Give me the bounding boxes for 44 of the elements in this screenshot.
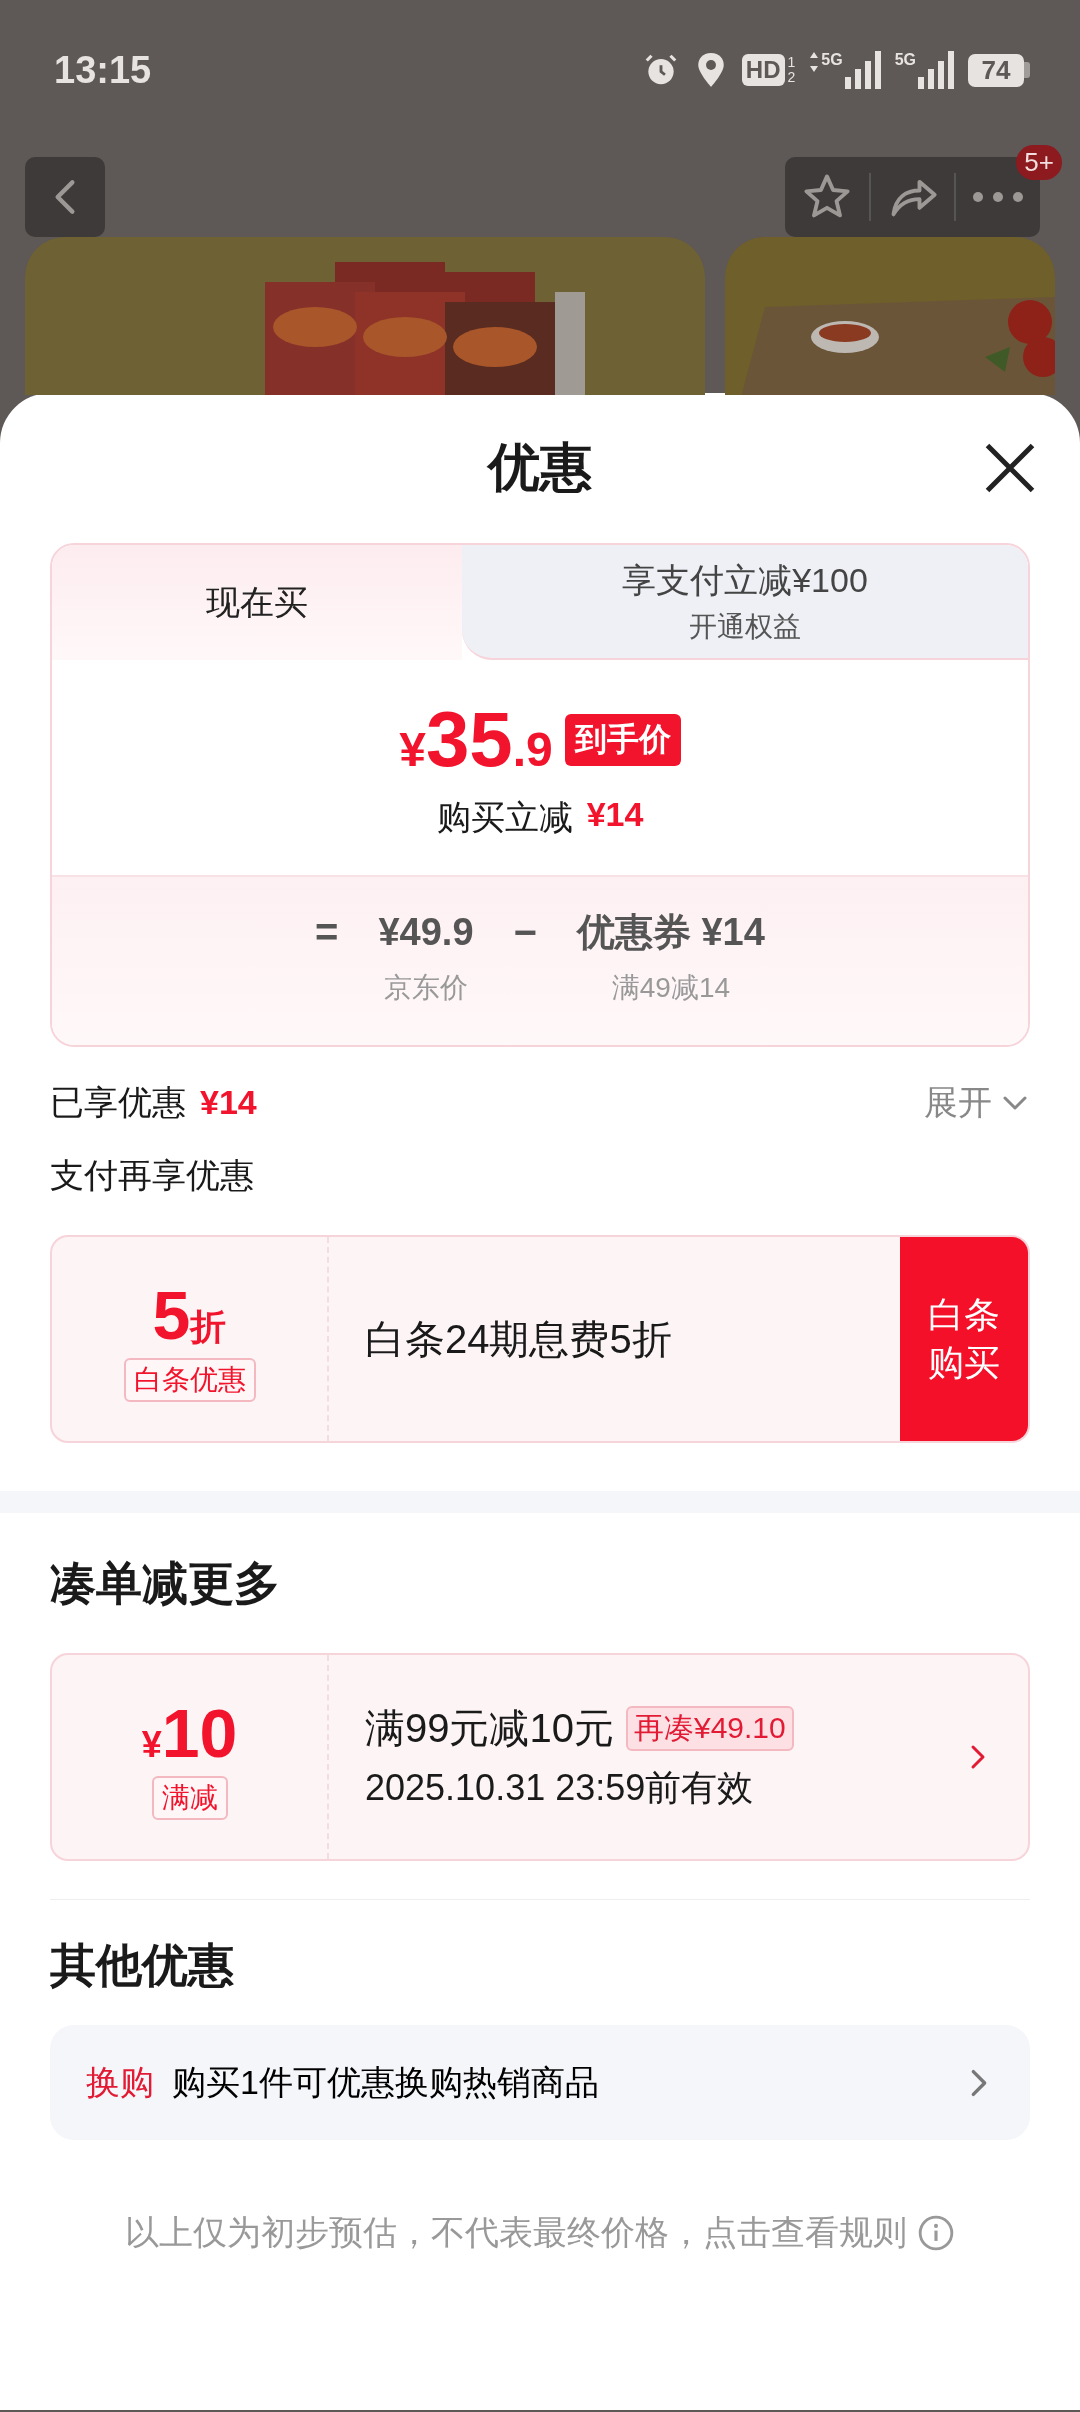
sheet-title: 优惠 <box>488 437 592 498</box>
offer-text: 白条24期息费5折 <box>365 1315 673 1363</box>
final-price: ¥35.9 <box>399 694 553 785</box>
price-term: 优惠券 ¥14 <box>576 910 765 955</box>
operator: − <box>513 909 537 956</box>
sim-number: 2 <box>787 70 796 85</box>
term-caption: 满49减14 <box>611 971 731 1005</box>
status-time: 13:15 <box>54 48 152 92</box>
info-icon[interactable] <box>917 2214 955 2252</box>
price-term: ¥49.9 <box>378 910 474 955</box>
signal-icon <box>918 51 954 89</box>
battery-level: 74 <box>968 53 1030 87</box>
enjoyed-amount: ¥14 <box>200 1083 257 1122</box>
saving-amount: ¥14 <box>586 795 644 835</box>
back-button[interactable] <box>25 157 105 237</box>
expand-toggle[interactable]: 展开 <box>924 1079 1030 1126</box>
coupon-validity: 2025.10.31 23:59前有效 <box>365 1766 755 1810</box>
saving-label: 购买立减 <box>436 797 573 838</box>
coupon-tag: 满减 <box>151 1776 228 1820</box>
network-label: 5G <box>894 51 916 69</box>
discount-value: 5折 <box>152 1276 227 1354</box>
buy-button[interactable]: 白条购买 <box>900 1237 1028 1441</box>
signal-icon <box>844 51 881 89</box>
enjoyed-label: 已享优惠 <box>50 1081 186 1123</box>
data-activity-icon <box>809 51 820 73</box>
operator: = <box>315 909 339 956</box>
coupon-amount: ¥10 <box>141 1694 238 1772</box>
price-tag: 到手价 <box>564 713 681 766</box>
sim-number: 1 <box>787 55 796 70</box>
price-tab[interactable]: 享支付立减¥100 开通权益 <box>462 545 1028 660</box>
offer-row[interactable]: 换购 购买1件可优惠换购热销商品 <box>50 2025 1030 2140</box>
coupon-badge: 再凑¥49.10 <box>626 1706 794 1751</box>
offer-tag: 白条优惠 <box>123 1358 256 1402</box>
section-heading: 其他优惠 <box>50 1938 235 1993</box>
section-label: 支付再享优惠 <box>50 1155 255 1196</box>
notification-badge: 5+ <box>1016 145 1062 180</box>
coupon-condition: 满99元减10元 <box>365 1705 614 1752</box>
term-caption: 京东价 <box>384 971 468 1005</box>
hd-label: HD <box>741 54 785 86</box>
more-icon <box>972 191 1025 203</box>
section-heading: 凑单减更多 <box>50 1556 281 1611</box>
price-tab[interactable]: 现在买 <box>52 545 462 660</box>
network-label: 5G <box>821 51 843 69</box>
coupon-card[interactable]: ¥10 满减 满99元减10元 再凑¥49.10 2025.10.31 23:59前有效 <box>50 1653 1030 1861</box>
